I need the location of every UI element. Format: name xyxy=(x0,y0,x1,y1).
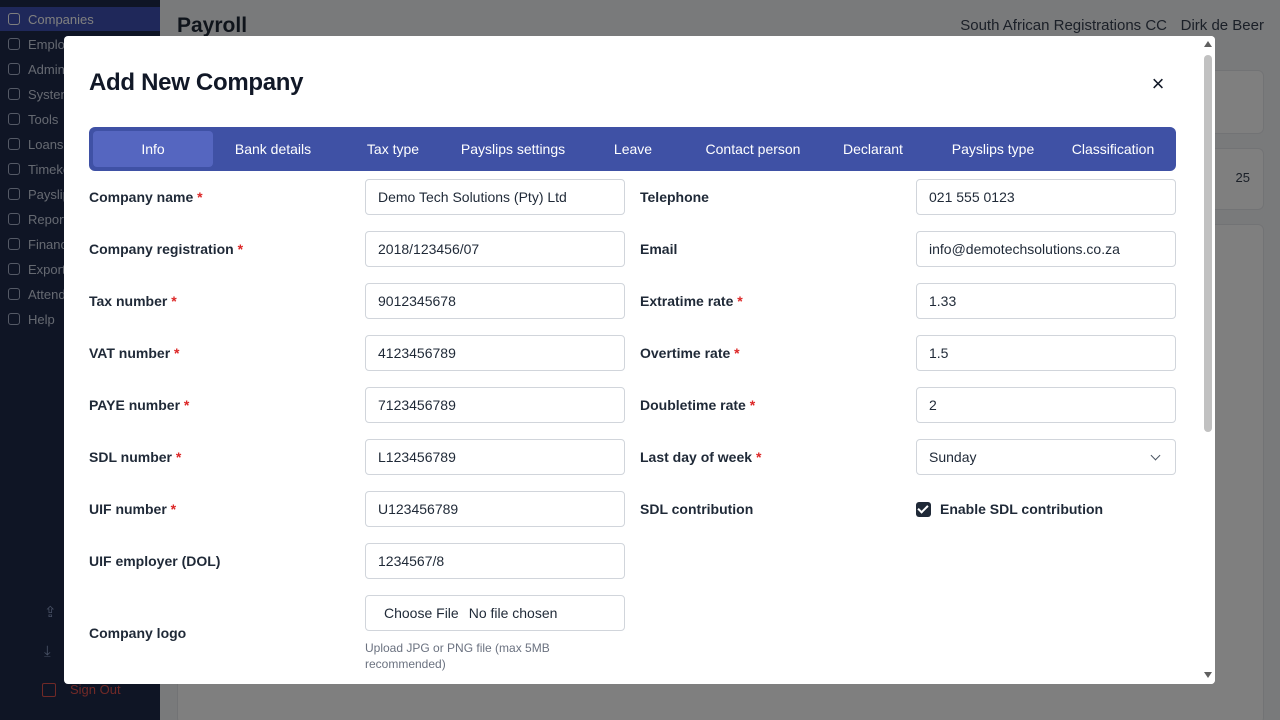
overtime-rate-field[interactable] xyxy=(916,335,1176,371)
uif-number-label: UIF number * xyxy=(89,501,177,517)
tab-contact-person[interactable]: Contact person xyxy=(693,131,813,167)
tab-payslips-type[interactable]: Payslips type xyxy=(933,131,1053,167)
company-registration-label: Company registration * xyxy=(89,241,244,257)
tab-info[interactable]: Info xyxy=(93,131,213,167)
extratime-rate-label: Extratime rate * xyxy=(640,293,743,309)
tab-classification[interactable]: Classification xyxy=(1053,131,1173,167)
overtime-rate-label: Overtime rate * xyxy=(640,345,740,361)
tax-number-field[interactable] xyxy=(365,283,625,319)
scroll-up-icon[interactable] xyxy=(1204,41,1212,47)
add-company-modal: Add New Company × Info Bank details Tax … xyxy=(64,36,1215,684)
tab-bank-details[interactable]: Bank details xyxy=(213,131,333,167)
tab-bar: Info Bank details Tax type Payslips sett… xyxy=(89,127,1176,171)
telephone-field[interactable] xyxy=(916,179,1176,215)
uif-employer-label: UIF employer (DOL) xyxy=(89,553,221,569)
email-field[interactable] xyxy=(916,231,1176,267)
extratime-rate-field[interactable] xyxy=(916,283,1176,319)
tab-tax-type[interactable]: Tax type xyxy=(333,131,453,167)
tab-leave[interactable]: Leave xyxy=(573,131,693,167)
tab-declarant[interactable]: Declarant xyxy=(813,131,933,167)
company-name-field[interactable] xyxy=(365,179,625,215)
last-day-of-week-select[interactable]: Sunday xyxy=(916,439,1176,475)
company-logo-label: Company logo xyxy=(89,625,187,641)
scrollbar-thumb[interactable] xyxy=(1204,55,1212,432)
vat-number-label: VAT number * xyxy=(89,345,180,361)
telephone-label: Telephone xyxy=(640,189,709,205)
last-day-of-week-value: Sunday xyxy=(929,449,977,465)
close-button[interactable]: × xyxy=(1148,73,1168,95)
company-logo-file-input[interactable]: Choose File No file chosen xyxy=(365,595,625,631)
paye-number-field[interactable] xyxy=(365,387,625,423)
uif-employer-field[interactable] xyxy=(365,543,625,579)
sdl-number-label: SDL number * xyxy=(89,449,182,465)
sdl-contribution-checkbox-label: Enable SDL contribution xyxy=(940,501,1104,517)
company-registration-field[interactable] xyxy=(365,231,625,267)
paye-number-label: PAYE number * xyxy=(89,397,190,413)
scroll-down-icon[interactable] xyxy=(1204,672,1212,678)
chevron-down-icon xyxy=(1150,450,1161,460)
checkbox-checked-icon[interactable] xyxy=(916,501,931,517)
modal-title: Add New Company xyxy=(89,69,304,96)
last-day-of-week-label: Last day of week * xyxy=(640,449,762,465)
uif-number-field[interactable] xyxy=(365,491,625,527)
logo-hint: Upload JPG or PNG file (max 5MB recommen… xyxy=(365,641,550,671)
sdl-contribution-checkbox[interactable]: Enable SDL contribution xyxy=(916,501,1103,517)
choose-file-button[interactable]: Choose File xyxy=(384,605,459,621)
sdl-contribution-label: SDL contribution xyxy=(640,501,754,517)
email-label: Email xyxy=(640,241,678,257)
modal-scrollbar[interactable] xyxy=(1201,36,1215,684)
doubletime-rate-field[interactable] xyxy=(916,387,1176,423)
vat-number-field[interactable] xyxy=(365,335,625,371)
tax-number-label: Tax number * xyxy=(89,293,177,309)
doubletime-rate-label: Doubletime rate * xyxy=(640,397,756,413)
file-status: No file chosen xyxy=(468,605,558,621)
company-name-label: Company name * xyxy=(89,189,203,205)
tab-payslips-settings[interactable]: Payslips settings xyxy=(453,131,573,167)
sdl-number-field[interactable] xyxy=(365,439,625,475)
